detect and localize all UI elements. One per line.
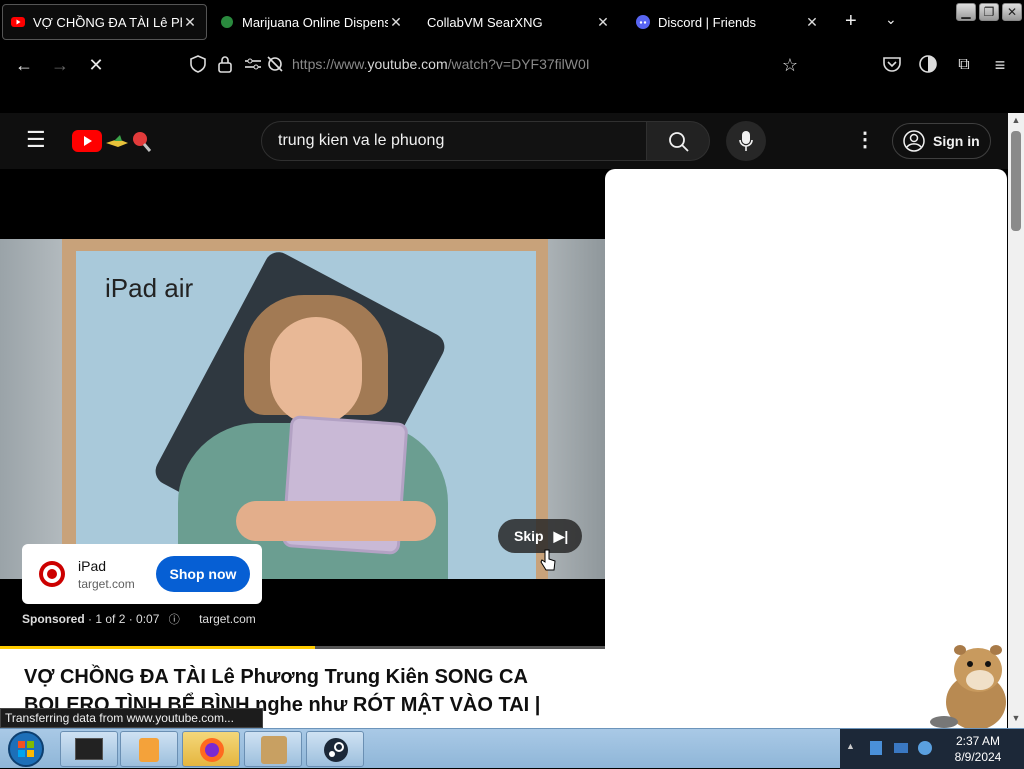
new-tab-icon[interactable]: +: [845, 10, 857, 33]
mouse-cursor-icon: [540, 549, 556, 571]
ad-product-name: iPad: [78, 558, 107, 574]
more-options-icon[interactable]: ⋮: [855, 127, 875, 153]
clock-date: 8/9/2024: [954, 750, 1002, 764]
autoplay-blocked-icon[interactable]: [266, 56, 284, 72]
taskbar-app-firefox[interactable]: [182, 731, 240, 767]
search-icon: [669, 132, 689, 152]
minimize-button[interactable]: ▁: [956, 3, 976, 21]
ad-position-time: · 1 of 2 · 0:07: [88, 612, 160, 626]
taskbar-app-steam[interactable]: [306, 731, 364, 767]
tab-discord[interactable]: Discord | Friends ✕: [628, 4, 828, 40]
video-player[interactable]: iPad air Skip ▶|: [0, 239, 605, 579]
close-tab-icon[interactable]: ✕: [804, 14, 820, 31]
dark-mode-icon[interactable]: [919, 55, 937, 73]
leaf-icon: [221, 16, 233, 28]
tab-list-chevron-icon[interactable]: ⌄: [885, 11, 897, 28]
menu-icon[interactable]: ≡: [988, 54, 1012, 76]
tab-youtube[interactable]: VỢ CHỒNG ĐA TÀI Lê Phươn ✕: [2, 4, 207, 40]
url-field[interactable]: https://www.youtube.com/watch?v=DYF37fil…: [292, 56, 590, 72]
taskbar-app-terminal[interactable]: [60, 731, 118, 767]
youtube-logo-icon[interactable]: [72, 130, 102, 152]
permissions-icon[interactable]: [244, 57, 262, 71]
tray-expand-icon[interactable]: ▲: [846, 741, 855, 751]
volume-icon[interactable]: [918, 741, 932, 755]
hamburger-menu-icon[interactable]: ☰: [26, 129, 46, 151]
tab-title: Marijuana Online Dispensary: [242, 14, 388, 30]
voice-search-button[interactable]: [726, 121, 766, 161]
url-host: youtube.com: [367, 56, 448, 72]
back-icon[interactable]: ←: [12, 54, 36, 76]
taskbar-app-box[interactable]: [244, 731, 302, 767]
tab-strip: VỢ CHỒNG ĐA TÀI Lê Phươn ✕ Marijuana Onl…: [0, 0, 1024, 44]
taskbar: ▲ 2:37 AM 8/9/2024: [0, 728, 1024, 769]
close-tab-icon[interactable]: ✕: [388, 14, 404, 31]
search-input[interactable]: trung kien va le phuong: [261, 121, 647, 161]
scroll-thumb[interactable]: [1011, 131, 1021, 231]
hamster-mascot-icon: [930, 645, 1006, 730]
sign-in-button[interactable]: Sign in: [892, 123, 991, 159]
microphone-icon: [739, 131, 753, 151]
bookmark-star-icon[interactable]: ☆: [778, 54, 802, 76]
forward-icon[interactable]: →: [48, 54, 72, 76]
sponsored-line: Sponsored · 1 of 2 · 0:07 ⓘ target.com: [22, 611, 256, 627]
ad-card[interactable]: iPad target.com Shop now: [22, 544, 262, 604]
lock-icon[interactable]: [218, 55, 232, 73]
poster-headline: iPad air: [105, 273, 194, 303]
status-bar: Transferring data from www.youtube.com..…: [0, 708, 263, 728]
terminal-icon: [75, 738, 103, 760]
stop-icon[interactable]: ✕: [84, 54, 108, 76]
person-hands: [236, 501, 436, 541]
extensions-icon[interactable]: ⧉: [952, 54, 976, 76]
media-player-icon: [139, 738, 159, 762]
steam-icon: [324, 738, 348, 762]
ad-domain: target.com: [78, 577, 135, 591]
skip-label: Skip: [514, 528, 544, 544]
sign-in-label: Sign in: [933, 133, 980, 149]
sponsored-label: Sponsored: [22, 612, 85, 626]
skip-next-icon: ▶|: [553, 527, 569, 544]
search-button[interactable]: [646, 121, 710, 161]
shield-icon[interactable]: [190, 55, 206, 73]
info-icon[interactable]: ⓘ: [169, 614, 180, 626]
youtube-header: ☰ trung kien va le phuong ⋮ Sign in: [0, 113, 1008, 169]
tab-dispensary[interactable]: Marijuana Online Dispensary ✕: [212, 4, 412, 40]
skip-ad-button[interactable]: Skip ▶|: [498, 519, 582, 553]
close-tab-icon[interactable]: ✕: [595, 14, 611, 31]
shop-now-button[interactable]: Shop now: [156, 556, 250, 592]
youtube-icon: [11, 17, 25, 27]
target-logo-icon: [39, 561, 65, 587]
clock[interactable]: 2:37 AM 8/9/2024: [948, 733, 1008, 765]
url-path: /watch?v=DYF37filW0I: [447, 56, 590, 72]
taskbar-app-media[interactable]: [120, 731, 178, 767]
ad-meta-domain[interactable]: target.com: [199, 612, 256, 626]
close-window-button[interactable]: ✕: [1002, 3, 1022, 21]
network-icon[interactable]: [870, 741, 882, 755]
tab-title: CollabVM SearXNG: [427, 14, 543, 30]
close-tab-icon[interactable]: ✕: [182, 14, 198, 31]
account-icon: [903, 130, 925, 152]
url-prefix: https://www.: [292, 56, 368, 72]
box-app-icon: [261, 736, 287, 764]
tab-searxng[interactable]: CollabVM SearXNG ✕: [419, 4, 619, 40]
firefox-icon: [200, 738, 224, 762]
discord-icon: [636, 15, 650, 29]
tab-title: VỢ CHỒNG ĐA TÀI Lê Phươn: [33, 14, 182, 30]
page-scrollbar[interactable]: ▲ ▼: [1008, 113, 1024, 728]
system-tray: ▲ 2:37 AM 8/9/2024: [840, 729, 1024, 769]
doodle-logo-icon[interactable]: [104, 129, 152, 153]
clock-time: 2:37 AM: [955, 734, 1001, 748]
restore-button[interactable]: ❐: [979, 3, 999, 21]
start-button-icon[interactable]: [6, 730, 46, 768]
scroll-up-icon[interactable]: ▲: [1010, 115, 1022, 127]
pocket-icon[interactable]: [883, 56, 901, 72]
person-face: [270, 317, 362, 425]
display-icon[interactable]: [894, 743, 908, 753]
navigation-bar: ← → ✕ https://www.youtube.com/watch?v=DY…: [0, 44, 1024, 86]
tab-title: Discord | Friends: [658, 14, 757, 30]
